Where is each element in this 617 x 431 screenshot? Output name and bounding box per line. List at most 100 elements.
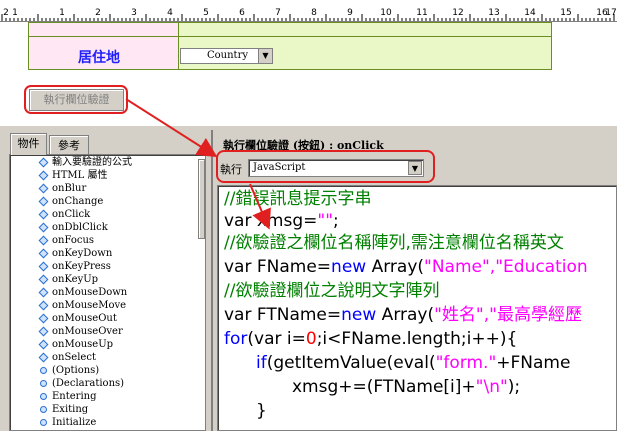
- tree-item-label: onMouseDown: [52, 287, 128, 298]
- tab-objects[interactable]: 物件: [10, 133, 47, 155]
- scrollbar-thumb[interactable]: [198, 159, 205, 239]
- chevron-down-icon[interactable]: ▼: [258, 49, 272, 63]
- diamond-icon: [38, 209, 49, 220]
- country-select[interactable]: Country ▼: [180, 48, 273, 64]
- residence-label: 居住地: [78, 50, 120, 66]
- diamond-icon: [38, 300, 49, 311]
- tree-item[interactable]: onKeyPress: [38, 260, 111, 273]
- tree-item[interactable]: onBlur: [38, 182, 87, 195]
- tree-item[interactable]: (Declarations): [40, 377, 125, 390]
- ruler-number: 8: [311, 8, 317, 18]
- code-editor[interactable]: //錯誤訊息提示字串 var xmsg=""; //欲驗證之欄位名稱陣列,需注意…: [217, 185, 617, 431]
- ruler-number: 5: [203, 8, 209, 18]
- ruler-number: 6: [239, 8, 245, 18]
- code-line: //欲驗證之欄位名稱陣列,需注意欄位名稱英文: [224, 233, 564, 253]
- tree-item-label: onMouseOver: [52, 326, 123, 337]
- tree-item[interactable]: onDblClick: [38, 221, 108, 234]
- ruler-number: 2: [3, 8, 9, 18]
- tree-item[interactable]: onClick: [38, 208, 91, 221]
- ruler-number: 9: [347, 8, 353, 18]
- table-cell: [28, 22, 179, 37]
- tree-item[interactable]: onKeyDown: [38, 247, 112, 260]
- tree-item[interactable]: onMouseOut: [38, 312, 117, 325]
- code-line: }: [256, 401, 267, 421]
- diamond-icon: [38, 326, 49, 337]
- tree-item[interactable]: (Options): [40, 364, 100, 377]
- code-line: //欲驗證欄位之說明文字陣列: [224, 281, 440, 301]
- tree-item-label: onSelect: [52, 352, 96, 363]
- tree-item[interactable]: Initialize: [40, 416, 97, 429]
- diamond-icon: [38, 261, 49, 272]
- tree-item[interactable]: 輸入要驗證的公式: [38, 156, 132, 169]
- ruler-number: 2: [95, 8, 101, 18]
- circle-icon: [40, 380, 47, 387]
- tree-item-label: Entering: [52, 391, 97, 402]
- tree-item-label: (Declarations): [52, 378, 125, 389]
- tree-item-label: onChange: [52, 196, 104, 207]
- tree-item[interactable]: onMouseMove: [38, 299, 127, 312]
- tree-item[interactable]: Entering: [40, 390, 97, 403]
- diamond-icon: [38, 313, 49, 324]
- ruler: 2 1 1 2 3 4 5 6 7 8 9 10 11 12 13 14 15 16 17: [0, 0, 617, 22]
- diamond-icon: [38, 339, 49, 350]
- ruler-number: 11: [416, 8, 428, 18]
- tree-item[interactable]: onMouseUp: [38, 338, 113, 351]
- code-line: var FName=new Array("Name","Education: [224, 257, 588, 277]
- diamond-icon: [38, 222, 49, 233]
- ruler-number: 3: [131, 8, 137, 18]
- tree-item[interactable]: onKeyUp: [38, 273, 99, 286]
- object-tree[interactable]: 輸入要驗證的公式 HTML 屬性 onBlur onChange onClick onDb…: [9, 154, 206, 431]
- tree-item-label: HTML 屬性: [52, 170, 108, 181]
- splitter[interactable]: [0, 125, 617, 129]
- tree-item-label: onKeyUp: [52, 274, 99, 285]
- code-line: var FTName=new Array("姓名","最高學經歷: [224, 305, 582, 325]
- tree-item-label: onBlur: [52, 183, 87, 194]
- circle-icon: [40, 393, 47, 400]
- ruler-number: 15: [560, 8, 572, 18]
- script-panel: 執行欄位驗證 (按鈕) : onClick 執行 JavaScript ▼ //…: [211, 130, 617, 431]
- tree-item-label: onClick: [52, 209, 91, 220]
- tree-item[interactable]: HTML 屬性: [38, 169, 108, 182]
- ruler-number: 17: [605, 8, 617, 18]
- code-line: if(getItemValue(eval("form."+FName: [256, 353, 571, 373]
- tab-reference[interactable]: 參考: [49, 135, 89, 154]
- code-line: //錯誤訊息提示字串: [224, 189, 372, 209]
- ruler-number: 4: [167, 8, 173, 18]
- tree-item[interactable]: onChange: [38, 195, 104, 208]
- diamond-icon: [38, 170, 49, 181]
- annotation-highlight-language: [216, 150, 435, 183]
- diamond-icon: [38, 183, 49, 194]
- objects-panel: 物件 參考 輸入要驗證的公式 HTML 屬性 onBlur onChange onCli…: [2, 130, 210, 431]
- ruler-number: 12: [452, 8, 464, 18]
- designer-window: 2 1 1 2 3 4 5 6 7 8 9 10 11 12 13 14 15 16 17 居住地 Country …: [0, 0, 617, 431]
- circle-icon: [40, 419, 47, 426]
- code-line: xmsg+=(FTName[i]+"\n");: [292, 377, 521, 397]
- code-line: for(var i=0;i<FName.length;i++){: [224, 329, 518, 349]
- tree-item[interactable]: onSelect: [38, 351, 96, 364]
- ruler-number: 14: [524, 8, 536, 18]
- tree-item[interactable]: onMouseDown: [38, 286, 128, 299]
- circle-icon: [40, 406, 47, 413]
- circle-icon: [40, 367, 47, 374]
- tree-item-label: onKeyPress: [52, 261, 111, 272]
- ruler-number: 1: [59, 8, 65, 18]
- tree-scrollbar[interactable]: [198, 155, 205, 430]
- tree-item-label: (Options): [52, 365, 100, 376]
- diamond-icon: [38, 248, 49, 259]
- tree-item-label: onDblClick: [52, 222, 108, 233]
- tree-item[interactable]: Exiting: [40, 403, 89, 416]
- tree-item-label: onFocus: [52, 235, 95, 246]
- tree-item[interactable]: onMouseOver: [38, 325, 123, 338]
- diamond-icon: [38, 196, 49, 207]
- table-cell: [178, 22, 552, 37]
- diamond-icon: [38, 235, 49, 246]
- design-canvas[interactable]: 居住地 Country ▼ 執行欄位驗證: [0, 22, 617, 125]
- diamond-icon: [38, 287, 49, 298]
- tree-item[interactable]: onFocus: [38, 234, 95, 247]
- diamond-icon: [38, 274, 49, 285]
- code-line: var xmsg="";: [224, 211, 339, 231]
- diamond-icon: [38, 352, 49, 363]
- tree-item-label: onMouseMove: [52, 300, 127, 311]
- tree-item-label: Initialize: [52, 417, 97, 428]
- tree-item-label: Exiting: [52, 404, 89, 415]
